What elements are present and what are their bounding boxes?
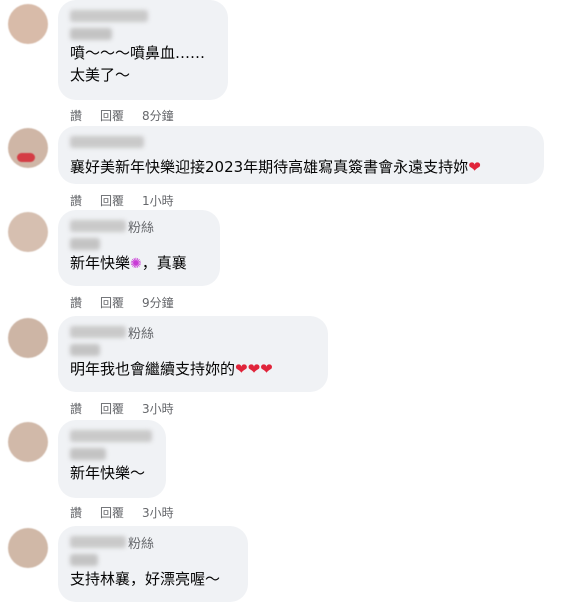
avatar[interactable] (8, 422, 48, 462)
fan-badge: 粉絲 (128, 220, 155, 236)
reply-button[interactable]: 回覆 (100, 107, 124, 124)
comment-bubble: 粉絲 支持林襄，好漂亮喔～ (58, 526, 248, 602)
timestamp[interactable]: 8分鐘 (142, 107, 174, 124)
comment-bubble: 粉絲 明年我也會繼續支持妳的❤❤❤ (58, 316, 328, 392)
avatar[interactable] (8, 4, 48, 44)
comment-actions: 讚 回覆 3小時 (70, 400, 192, 417)
author-name[interactable] (70, 134, 532, 150)
timestamp[interactable]: 3小時 (142, 504, 174, 521)
comment-text: 明年我也會繼續支持妳的❤❤❤ (70, 360, 273, 378)
comment-text-line-2: 太美了～ (70, 66, 131, 84)
author-subtitle (70, 554, 98, 566)
avatar[interactable] (8, 528, 48, 568)
author-subtitle (70, 28, 112, 40)
heart-emoji-icon: ❤ (260, 360, 273, 378)
comment-actions: 讚 回覆 1小時 (70, 192, 192, 209)
avatar[interactable] (8, 318, 48, 358)
timestamp[interactable]: 1小時 (142, 192, 174, 209)
reply-button[interactable]: 回覆 (100, 294, 124, 311)
reply-button[interactable]: 回覆 (100, 504, 124, 521)
comment-text: 新年快樂✺，真襄 (70, 254, 187, 272)
comment-text: 支持林襄，好漂亮喔～ (70, 570, 221, 588)
comment-bubble: 新年快樂～ (58, 420, 166, 498)
comment-text: 襄好美新年快樂迎接2023年期待高雄寫真簽書會永遠支持妳❤ (70, 158, 481, 176)
like-button[interactable]: 讚 (70, 400, 82, 417)
sparkle-emoji-icon: ✺ (130, 256, 142, 272)
fan-badge: 粉絲 (128, 536, 155, 552)
author-name[interactable]: 粉絲 (70, 324, 316, 342)
reply-button[interactable]: 回覆 (100, 400, 124, 417)
timestamp[interactable]: 9分鐘 (142, 294, 174, 311)
avatar[interactable] (8, 212, 48, 252)
heart-emoji-icon: ❤ (235, 360, 248, 378)
comment-text-line-1: 噴～～～噴鼻血…… (70, 44, 206, 62)
author-name[interactable] (70, 428, 154, 444)
author-name[interactable]: 粉絲 (70, 534, 236, 552)
avatar-decoration (17, 153, 35, 162)
author-name[interactable]: 粉絲 (70, 218, 208, 236)
comment-actions: 讚 回覆 9分鐘 (70, 294, 192, 311)
comment-bubble: 粉絲 新年快樂✺，真襄 (58, 210, 220, 286)
author-subtitle (70, 448, 106, 460)
like-button[interactable]: 讚 (70, 504, 82, 521)
comment-text: 新年快樂～ (70, 464, 146, 482)
avatar[interactable] (8, 128, 48, 168)
comment-actions: 讚 回覆 3小時 (70, 504, 192, 521)
like-button[interactable]: 讚 (70, 294, 82, 311)
author-name[interactable] (70, 8, 216, 24)
like-button[interactable]: 讚 (70, 192, 82, 209)
heart-emoji-icon: ❤ (468, 158, 481, 176)
comment-thread: 噴～～～噴鼻血…… 太美了～ 讚 回覆 8分鐘 襄好美新年快樂迎接2023年期待… (0, 0, 561, 602)
comment-actions: 讚 回覆 8分鐘 (70, 107, 192, 124)
author-subtitle (70, 344, 100, 356)
comment-bubble: 噴～～～噴鼻血…… 太美了～ (58, 0, 228, 100)
timestamp[interactable]: 3小時 (142, 400, 174, 417)
heart-emoji-icon: ❤ (247, 360, 261, 378)
fan-badge: 粉絲 (128, 326, 155, 342)
like-button[interactable]: 讚 (70, 107, 82, 124)
comment-bubble: 襄好美新年快樂迎接2023年期待高雄寫真簽書會永遠支持妳❤ (58, 126, 544, 184)
reply-button[interactable]: 回覆 (100, 192, 124, 209)
author-subtitle (70, 238, 100, 250)
